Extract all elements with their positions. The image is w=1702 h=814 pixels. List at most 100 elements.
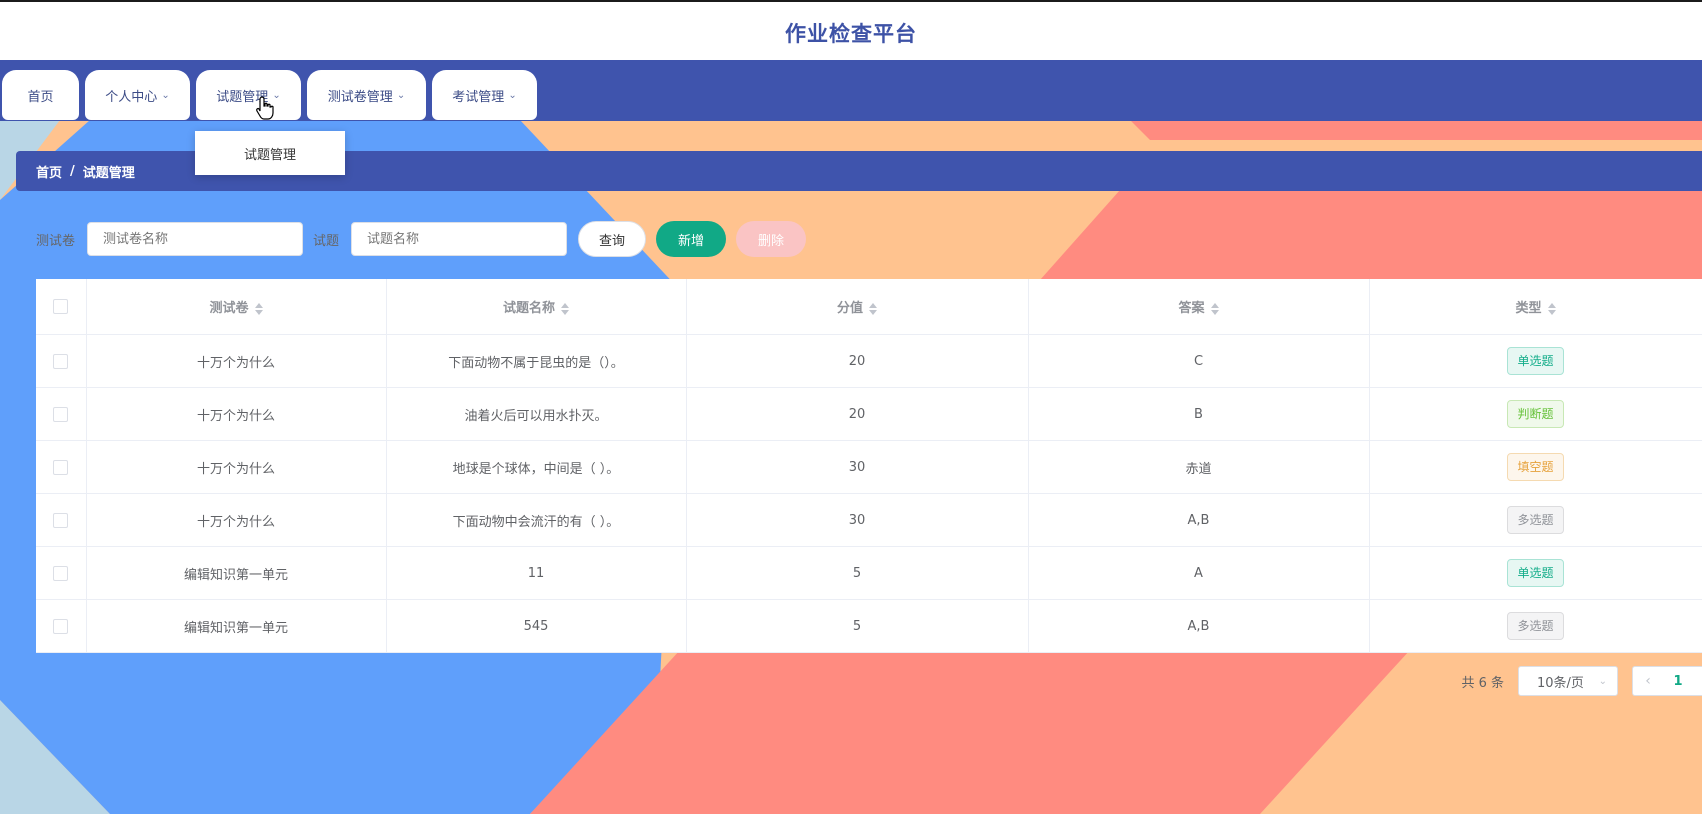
type-cell: 判断题 bbox=[1369, 387, 1702, 441]
add-button[interactable]: 新增 bbox=[656, 221, 727, 257]
select-all-cell bbox=[36, 279, 87, 335]
type-tag: 多选题 bbox=[1507, 506, 1564, 534]
nav-tab-test-paper-management[interactable]: 测试卷管理 ⌄ bbox=[307, 70, 426, 120]
question-filter-label: 试题 bbox=[313, 233, 340, 249]
answer-cell: A bbox=[1028, 546, 1370, 600]
nav-tab-question-management[interactable]: 试题管理 ⌄ bbox=[196, 70, 301, 120]
row-select-cell bbox=[36, 546, 87, 600]
query-button[interactable]: 查询 bbox=[578, 221, 647, 257]
row-select-cell bbox=[36, 387, 87, 441]
question-cell: 下面动物中会流汗的有（ ）。 bbox=[386, 493, 687, 547]
question-cell: 11 bbox=[386, 546, 687, 600]
column-header-answer[interactable]: 答案 bbox=[1028, 279, 1370, 335]
chevron-left-icon[interactable]: ‹ bbox=[1633, 673, 1663, 689]
column-header-paper[interactable]: 测试卷 bbox=[86, 279, 387, 335]
question-cell: 545 bbox=[386, 599, 687, 653]
type-tag: 填空题 bbox=[1507, 453, 1564, 481]
nav-tab-label: 首页 bbox=[27, 89, 54, 105]
table-row[interactable]: 十万个为什么 下面动物中会流汗的有（ ）。 30 A,B 多选题 bbox=[36, 493, 1702, 547]
question-name-input[interactable] bbox=[351, 222, 568, 256]
row-checkbox[interactable] bbox=[53, 512, 69, 528]
breadcrumb-home[interactable]: 首页 bbox=[36, 162, 62, 181]
answer-cell: A,B bbox=[1028, 493, 1370, 547]
answer-cell: C bbox=[1028, 334, 1370, 388]
paper-cell: 编辑知识第一单元 bbox=[86, 599, 387, 653]
select-all-checkbox[interactable] bbox=[53, 299, 69, 314]
sort-icon[interactable] bbox=[1210, 302, 1219, 316]
column-header-type[interactable]: 类型 bbox=[1369, 279, 1702, 335]
row-checkbox[interactable] bbox=[53, 618, 69, 634]
score-cell: 20 bbox=[686, 387, 1029, 441]
nav-tab-personal-center[interactable]: 个人中心 ⌄ bbox=[85, 70, 190, 120]
row-checkbox[interactable] bbox=[53, 459, 69, 475]
breadcrumb-separator: / bbox=[70, 163, 75, 179]
paper-cell: 十万个为什么 bbox=[86, 493, 387, 547]
score-cell: 20 bbox=[686, 334, 1029, 388]
type-tag: 多选题 bbox=[1507, 612, 1564, 640]
score-cell: 5 bbox=[686, 599, 1029, 653]
top-bar: 作业检查平台 bbox=[0, 0, 1702, 60]
hand-cursor-icon bbox=[256, 96, 274, 120]
nav-tab-label: 测试卷管理 bbox=[327, 89, 393, 105]
answer-cell: A,B bbox=[1028, 599, 1370, 653]
delete-button[interactable]: 删除 bbox=[736, 221, 807, 257]
chevron-down-icon: ⌄ bbox=[508, 89, 517, 101]
score-cell: 30 bbox=[686, 493, 1029, 547]
table-row[interactable]: 十万个为什么 地球是个球体，中间是（ ）。 30 赤道 填空题 bbox=[36, 440, 1702, 494]
row-checkbox[interactable] bbox=[53, 353, 69, 369]
column-header-label: 试题名称 bbox=[502, 301, 555, 316]
nav-tab-label: 考试管理 bbox=[452, 89, 505, 105]
paper-cell: 编辑知识第一单元 bbox=[86, 546, 387, 600]
type-cell: 单选题 bbox=[1369, 546, 1702, 600]
search-bar: 测试卷 试题 查询 新增 删除 bbox=[36, 221, 816, 257]
table-row[interactable]: 十万个为什么 下面动物不属于昆虫的是（）。 20 C 单选题 bbox=[36, 334, 1702, 388]
type-tag: 判断题 bbox=[1507, 400, 1564, 428]
column-header-label: 测试卷 bbox=[209, 301, 249, 316]
sort-icon[interactable] bbox=[561, 302, 569, 316]
chevron-down-icon: ⌄ bbox=[396, 89, 406, 101]
sort-icon[interactable] bbox=[1547, 302, 1556, 316]
chevron-down-icon: ⌄ bbox=[161, 89, 170, 101]
nav-tab-exam-management[interactable]: 考试管理 ⌄ bbox=[432, 70, 537, 120]
page-size-value: 10条/页 bbox=[1537, 675, 1584, 691]
paper-filter-label: 测试卷 bbox=[36, 233, 76, 249]
column-header-score[interactable]: 分值 bbox=[686, 279, 1029, 335]
answer-cell: 赤道 bbox=[1028, 440, 1370, 494]
question-cell: 地球是个球体，中间是（ ）。 bbox=[386, 440, 687, 494]
column-header-label: 类型 bbox=[1515, 301, 1542, 316]
row-select-cell bbox=[36, 334, 87, 388]
row-checkbox[interactable] bbox=[53, 406, 69, 422]
sort-icon[interactable] bbox=[254, 302, 263, 316]
page-size-select[interactable]: 10条/页 ⌄ bbox=[1518, 666, 1618, 696]
table-row[interactable]: 编辑知识第一单元 545 5 A,B 多选题 bbox=[36, 599, 1702, 653]
table-row[interactable]: 编辑知识第一单元 11 5 A 单选题 bbox=[36, 546, 1702, 600]
question-table: 测试卷 试题名称 分值 答案 类型 十万个为什么 下面动物不属于昆虫的是（）。 … bbox=[36, 279, 1702, 653]
row-checkbox[interactable] bbox=[53, 565, 69, 581]
type-cell: 多选题 bbox=[1369, 599, 1702, 653]
nav-dropdown-item-question-management[interactable]: 试题管理 bbox=[195, 131, 345, 175]
row-select-cell bbox=[36, 493, 87, 547]
score-cell: 30 bbox=[686, 440, 1029, 494]
row-select-cell bbox=[36, 599, 87, 653]
paper-cell: 十万个为什么 bbox=[86, 387, 387, 441]
nav-tab-home[interactable]: 首页 bbox=[2, 70, 79, 120]
chevron-down-icon: ⌄ bbox=[1598, 675, 1607, 687]
question-cell: 下面动物不属于昆虫的是（）。 bbox=[386, 334, 687, 388]
table-header-row: 测试卷 试题名称 分值 答案 类型 bbox=[36, 279, 1702, 335]
site-title: 作业检查平台 bbox=[785, 22, 917, 46]
column-header-question[interactable]: 试题名称 bbox=[386, 279, 687, 335]
answer-cell: B bbox=[1028, 387, 1370, 441]
score-cell: 5 bbox=[686, 546, 1029, 600]
breadcrumb-current: 试题管理 bbox=[82, 165, 135, 181]
pagination-total: 共 6 条 bbox=[1461, 675, 1504, 691]
type-cell: 填空题 bbox=[1369, 440, 1702, 494]
pager-controls: ‹ 1 bbox=[1632, 666, 1702, 696]
column-header-label: 答案 bbox=[1178, 301, 1205, 316]
question-cell: 油着火后可以用水扑灭。 bbox=[386, 387, 687, 441]
sort-icon[interactable] bbox=[869, 302, 877, 316]
paper-name-input[interactable] bbox=[87, 222, 304, 256]
nav-tab-label: 个人中心 bbox=[105, 89, 158, 105]
table-row[interactable]: 十万个为什么 油着火后可以用水扑灭。 20 B 判断题 bbox=[36, 387, 1702, 441]
type-tag: 单选题 bbox=[1507, 559, 1564, 587]
page-number-current[interactable]: 1 bbox=[1663, 674, 1693, 689]
